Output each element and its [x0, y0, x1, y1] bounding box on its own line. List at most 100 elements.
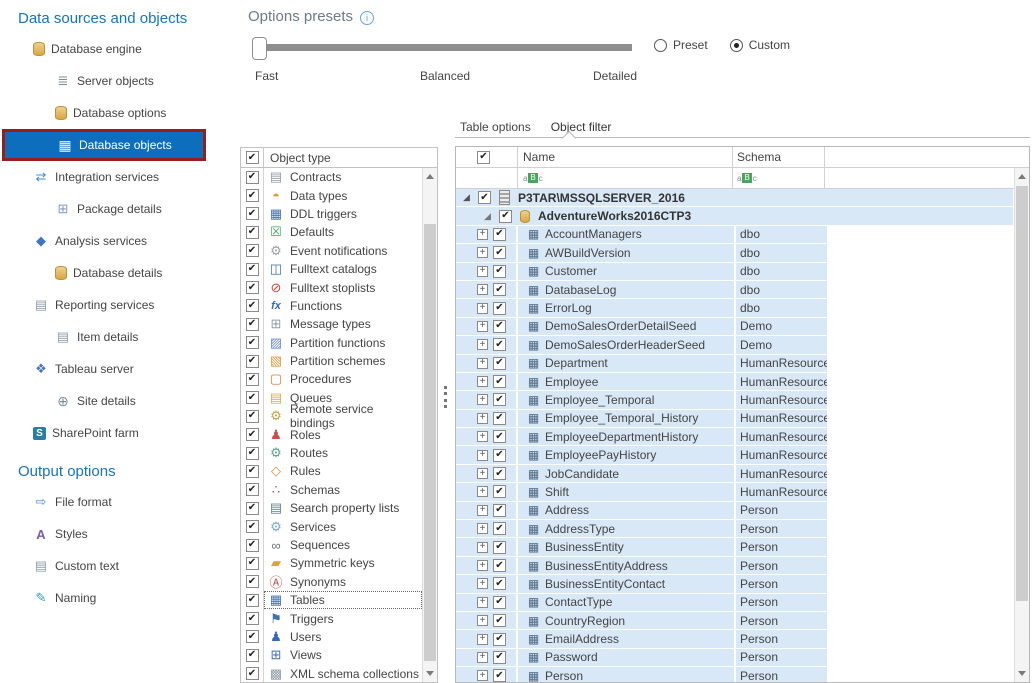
- table-row[interactable]: + ✔ ▦ EmployeePayHistory HumanResources: [456, 446, 1029, 464]
- database-row[interactable]: ◢ ✔ AdventureWorks2016CTP3: [456, 207, 1029, 225]
- table-checkbox[interactable]: ✔: [493, 596, 506, 609]
- select-all-objects-checkbox[interactable]: ✔: [477, 151, 490, 164]
- expand-plus-icon[interactable]: +: [477, 634, 488, 645]
- table-row[interactable]: + ✔ ▦ Person Person: [456, 667, 1029, 682]
- presets-slider-track[interactable]: [258, 44, 632, 51]
- table-checkbox[interactable]: ✔: [493, 375, 506, 388]
- table-checkbox[interactable]: ✔: [493, 577, 506, 590]
- sidebar-item[interactable]: ▤ Item details: [0, 321, 204, 353]
- table-row[interactable]: + ✔ ▦ EmployeeDepartmentHistory HumanRes…: [456, 428, 1029, 446]
- tab[interactable]: Object filter: [551, 120, 612, 134]
- table-row[interactable]: + ✔ ▦ ContactType Person: [456, 594, 1029, 612]
- schema-filter-abc-icon[interactable]: aBc: [737, 173, 757, 183]
- object-type-row[interactable]: ✔ ⚙ Remote service bindings: [241, 407, 422, 425]
- expand-plus-icon[interactable]: +: [477, 321, 488, 332]
- radio-option[interactable]: Custom: [730, 38, 790, 52]
- table-row[interactable]: + ✔ ▦ Shift HumanResources: [456, 483, 1029, 501]
- sidebar-item[interactable]: Database details: [0, 257, 204, 289]
- object-type-row[interactable]: ✔ ⚑ Triggers: [241, 609, 422, 627]
- object-tree-scrollbar[interactable]: [1014, 168, 1029, 682]
- sidebar-item[interactable]: ▤ Reporting services: [0, 289, 204, 321]
- table-row[interactable]: + ✔ ▦ BusinessEntityContact Person: [456, 575, 1029, 593]
- object-type-row[interactable]: ✔ ◓ Data types: [241, 186, 422, 204]
- expand-plus-icon[interactable]: +: [477, 505, 488, 516]
- table-row[interactable]: + ✔ ▦ JobCandidate HumanResources: [456, 465, 1029, 483]
- table-row[interactable]: + ✔ ▦ AWBuildVersion dbo: [456, 244, 1029, 262]
- object-type-checkbox[interactable]: ✔: [246, 502, 259, 515]
- scroll-down-icon[interactable]: [1018, 671, 1026, 676]
- object-type-row[interactable]: ✔ ⊞ Views: [241, 646, 422, 664]
- expand-plus-icon[interactable]: +: [477, 542, 488, 553]
- object-type-checkbox[interactable]: ✔: [246, 226, 259, 239]
- object-type-checkbox[interactable]: ✔: [246, 244, 259, 257]
- object-type-checkbox[interactable]: ✔: [246, 171, 259, 184]
- object-type-row[interactable]: ✔ ▤ Search property lists: [241, 499, 422, 517]
- table-row[interactable]: + ✔ ▦ Employee HumanResources: [456, 373, 1029, 391]
- expand-plus-icon[interactable]: +: [477, 358, 488, 369]
- sidebar-item[interactable]: Database engine: [0, 33, 204, 65]
- object-type-checkbox[interactable]: ✔: [246, 649, 259, 662]
- table-checkbox[interactable]: ✔: [493, 265, 506, 278]
- select-all-object-types-checkbox[interactable]: ✔: [246, 151, 259, 164]
- table-checkbox[interactable]: ✔: [493, 614, 506, 627]
- object-type-checkbox[interactable]: ✔: [246, 299, 259, 312]
- name-column-header[interactable]: Name: [518, 147, 733, 167]
- scroll-up-icon[interactable]: [1018, 174, 1026, 179]
- table-checkbox[interactable]: ✔: [493, 467, 506, 480]
- table-row[interactable]: + ✔ ▦ DemoSalesOrderDetailSeed Demo: [456, 318, 1029, 336]
- expand-plus-icon[interactable]: +: [477, 284, 488, 295]
- scroll-up-icon[interactable]: [426, 174, 434, 179]
- object-type-row[interactable]: ✔ ☒ Defaults: [241, 223, 422, 241]
- table-row[interactable]: + ✔ ▦ Employee_Temporal_History HumanRes…: [456, 410, 1029, 428]
- object-type-checkbox[interactable]: ✔: [246, 630, 259, 643]
- table-row[interactable]: + ✔ ▦ Customer dbo: [456, 263, 1029, 281]
- sidebar-item[interactable]: ≣ Server objects: [0, 65, 204, 97]
- expand-plus-icon[interactable]: +: [477, 468, 488, 479]
- object-type-checkbox[interactable]: ✔: [246, 575, 259, 588]
- table-checkbox[interactable]: ✔: [493, 651, 506, 664]
- table-checkbox[interactable]: ✔: [493, 449, 506, 462]
- object-type-row[interactable]: ✔ ⊘ Fulltext stoplists: [241, 278, 422, 296]
- object-type-row[interactable]: ✔ ⊞ Message types: [241, 315, 422, 333]
- database-checkbox[interactable]: ✔: [499, 210, 512, 223]
- expand-plus-icon[interactable]: +: [477, 560, 488, 571]
- sidebar-item[interactable]: ❖ Tableau server: [0, 353, 204, 385]
- table-row[interactable]: + ✔ ▦ DemoSalesOrderHeaderSeed Demo: [456, 336, 1029, 354]
- radio-option[interactable]: Preset: [654, 38, 708, 52]
- object-type-checkbox[interactable]: ✔: [246, 207, 259, 220]
- table-checkbox[interactable]: ✔: [493, 669, 506, 682]
- table-checkbox[interactable]: ✔: [493, 320, 506, 333]
- object-type-row[interactable]: ✔ fx Functions: [241, 297, 422, 315]
- expand-plus-icon[interactable]: +: [477, 229, 488, 240]
- object-type-checkbox[interactable]: ✔: [246, 189, 259, 202]
- expand-plus-icon[interactable]: +: [477, 670, 488, 681]
- table-checkbox[interactable]: ✔: [493, 302, 506, 315]
- object-type-row[interactable]: ✔ ◇ Rules: [241, 462, 422, 480]
- presets-slider-handle[interactable]: [252, 37, 267, 60]
- object-type-checkbox[interactable]: ✔: [246, 447, 259, 460]
- table-row[interactable]: + ✔ ▦ AddressType Person: [456, 520, 1029, 538]
- collapse-arrow-icon[interactable]: ◢: [463, 193, 473, 202]
- expand-plus-icon[interactable]: +: [477, 523, 488, 534]
- object-type-checkbox[interactable]: ✔: [246, 281, 259, 294]
- table-checkbox[interactable]: ✔: [493, 283, 506, 296]
- object-type-scrollbar[interactable]: [422, 168, 437, 682]
- object-type-checkbox[interactable]: ✔: [246, 520, 259, 533]
- table-row[interactable]: + ✔ ▦ Employee_Temporal HumanResources: [456, 391, 1029, 409]
- sidebar-item[interactable]: ◆ Analysis services: [0, 225, 204, 257]
- object-type-checkbox[interactable]: ✔: [246, 612, 259, 625]
- object-type-row[interactable]: ✔ ▰ Symmetric keys: [241, 554, 422, 572]
- object-type-checkbox[interactable]: ✔: [246, 355, 259, 368]
- scrollbar-thumb[interactable]: [424, 224, 436, 661]
- object-type-checkbox[interactable]: ✔: [246, 483, 259, 496]
- sidebar-item[interactable]: ⇨ File format: [0, 486, 204, 518]
- table-row[interactable]: + ✔ ▦ ErrorLog dbo: [456, 299, 1029, 317]
- tab[interactable]: Table options: [460, 120, 531, 134]
- object-type-row[interactable]: ✔ Ⓐ Synonyms: [241, 573, 422, 591]
- expand-plus-icon[interactable]: +: [477, 394, 488, 405]
- expand-plus-icon[interactable]: +: [477, 615, 488, 626]
- expand-plus-icon[interactable]: +: [477, 266, 488, 277]
- sidebar-item[interactable]: ▤ Custom text: [0, 550, 204, 582]
- table-checkbox[interactable]: ✔: [493, 338, 506, 351]
- sidebar-item[interactable]: A Styles: [0, 518, 204, 550]
